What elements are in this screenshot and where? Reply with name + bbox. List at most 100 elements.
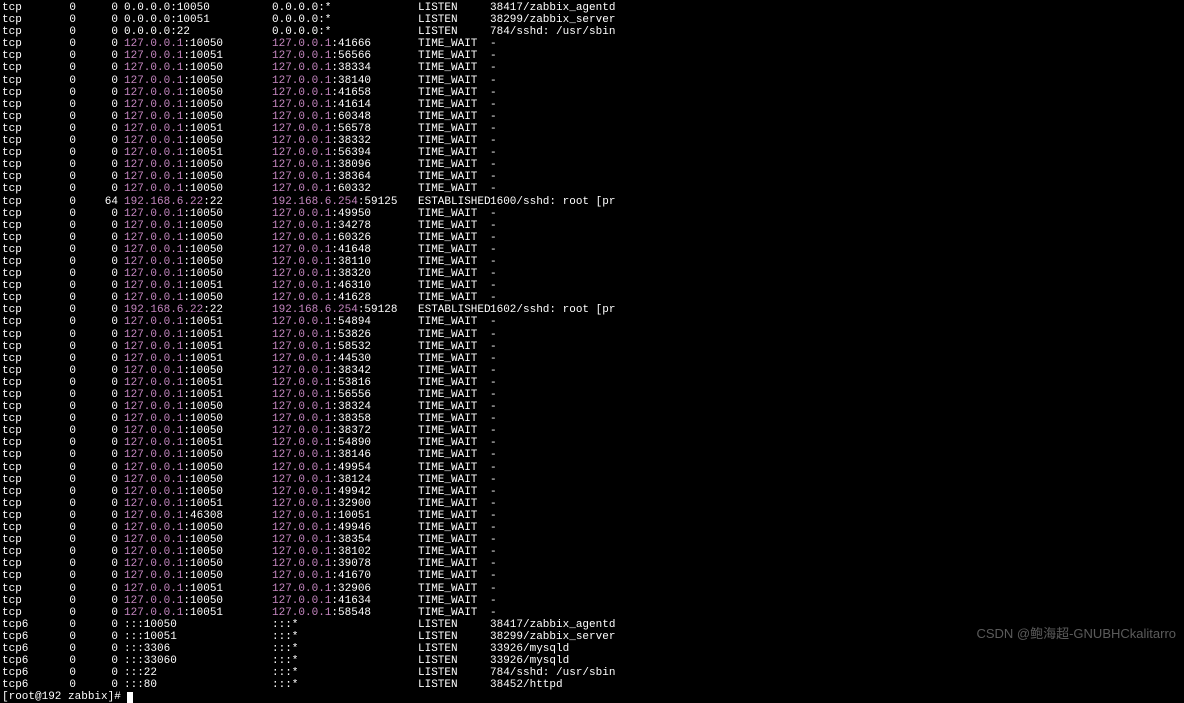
netstat-row: tcp00127.0.0.1:10050127.0.0.1:38324TIME_… [2,401,1182,413]
foreign-address: 127.0.0.1:49950 [272,208,418,220]
netstat-row: tcp00127.0.0.1:10051127.0.0.1:32900TIME_… [2,498,1182,510]
process: 1600/sshd: root [pr [490,196,615,208]
recv-q: 0 [40,510,76,522]
local-address: 127.0.0.1:10050 [124,425,272,437]
process: - [490,558,497,570]
terminal-output[interactable]: tcp000.0.0.0:100500.0.0.0:*LISTEN38417/z… [2,2,1182,691]
local-address: 127.0.0.1:10050 [124,570,272,582]
proto: tcp [2,75,40,87]
process: - [490,498,497,510]
proto: tcp [2,232,40,244]
foreign-address: 127.0.0.1:38334 [272,62,418,74]
local-address: 127.0.0.1:10050 [124,292,272,304]
local-address: :::3306 [124,643,272,655]
send-q: 0 [76,607,118,619]
recv-q: 0 [40,377,76,389]
shell-prompt[interactable]: [root@192 zabbix]# [2,691,1182,703]
send-q: 0 [76,329,118,341]
proto: tcp [2,14,40,26]
foreign-address: 127.0.0.1:60332 [272,183,418,195]
foreign-address: 127.0.0.1:54894 [272,316,418,328]
state: TIME_WAIT [418,570,490,582]
process: - [490,50,497,62]
netstat-row: tcp00127.0.0.1:10050127.0.0.1:38364TIME_… [2,171,1182,183]
process: - [490,208,497,220]
proto: tcp [2,401,40,413]
netstat-row: tcp00127.0.0.1:10050127.0.0.1:49946TIME_… [2,522,1182,534]
send-q: 0 [76,619,118,631]
process: 38417/zabbix_agentd [490,619,615,631]
proto: tcp [2,135,40,147]
foreign-address: 192.168.6.254:59125 [272,196,418,208]
recv-q: 0 [40,135,76,147]
proto: tcp [2,449,40,461]
state: TIME_WAIT [418,244,490,256]
recv-q: 0 [40,62,76,74]
foreign-address: 127.0.0.1:41670 [272,570,418,582]
recv-q: 0 [40,437,76,449]
recv-q: 0 [40,26,76,38]
state: ESTABLISHED [418,196,490,208]
process: - [490,486,497,498]
process: - [490,401,497,413]
local-address: 127.0.0.1:10051 [124,50,272,62]
process: - [490,111,497,123]
local-address: 127.0.0.1:46308 [124,510,272,522]
recv-q: 0 [40,607,76,619]
recv-q: 0 [40,595,76,607]
recv-q: 0 [40,50,76,62]
foreign-address: :::* [272,619,418,631]
send-q: 0 [76,534,118,546]
netstat-row: tcp00127.0.0.1:10050127.0.0.1:41648TIME_… [2,244,1182,256]
foreign-address: 127.0.0.1:49942 [272,486,418,498]
foreign-address: 127.0.0.1:53816 [272,377,418,389]
process: - [490,546,497,558]
proto: tcp [2,413,40,425]
proto: tcp [2,208,40,220]
netstat-row: tcp00127.0.0.1:10050127.0.0.1:49954TIME_… [2,462,1182,474]
proto: tcp6 [2,667,40,679]
send-q: 0 [76,292,118,304]
netstat-row: tcp000.0.0.0:100500.0.0.0:*LISTEN38417/z… [2,2,1182,14]
send-q: 0 [76,111,118,123]
state: TIME_WAIT [418,534,490,546]
netstat-row: tcp000.0.0.0:220.0.0.0:*LISTEN784/sshd: … [2,26,1182,38]
local-address: :::33060 [124,655,272,667]
state: TIME_WAIT [418,413,490,425]
process: - [490,583,497,595]
netstat-row: tcp00127.0.0.1:10050127.0.0.1:38140TIME_… [2,75,1182,87]
state: LISTEN [418,679,490,691]
state: TIME_WAIT [418,280,490,292]
process: 784/sshd: /usr/sbin [490,667,615,679]
process: - [490,377,497,389]
state: TIME_WAIT [418,316,490,328]
foreign-address: 127.0.0.1:38102 [272,546,418,558]
netstat-row: tcp00127.0.0.1:10050127.0.0.1:38124TIME_… [2,474,1182,486]
state: TIME_WAIT [418,220,490,232]
proto: tcp [2,474,40,486]
state: TIME_WAIT [418,341,490,353]
proto: tcp [2,220,40,232]
recv-q: 0 [40,679,76,691]
state: TIME_WAIT [418,474,490,486]
proto: tcp [2,147,40,159]
netstat-row: tcp00127.0.0.1:10051127.0.0.1:56578TIME_… [2,123,1182,135]
proto: tcp [2,341,40,353]
foreign-address: 127.0.0.1:56566 [272,50,418,62]
recv-q: 0 [40,171,76,183]
netstat-row: tcp00127.0.0.1:10050127.0.0.1:38332TIME_… [2,135,1182,147]
foreign-address: 127.0.0.1:39078 [272,558,418,570]
local-address: 127.0.0.1:10050 [124,208,272,220]
recv-q: 0 [40,304,76,316]
process: 38299/zabbix_server [490,631,615,643]
proto: tcp [2,486,40,498]
state: TIME_WAIT [418,401,490,413]
send-q: 0 [76,558,118,570]
recv-q: 0 [40,75,76,87]
proto: tcp [2,38,40,50]
process: - [490,220,497,232]
local-address: 127.0.0.1:10050 [124,135,272,147]
netstat-row: tcp600:::3306:::*LISTEN33926/mysqld [2,643,1182,655]
proto: tcp [2,316,40,328]
state: TIME_WAIT [418,607,490,619]
